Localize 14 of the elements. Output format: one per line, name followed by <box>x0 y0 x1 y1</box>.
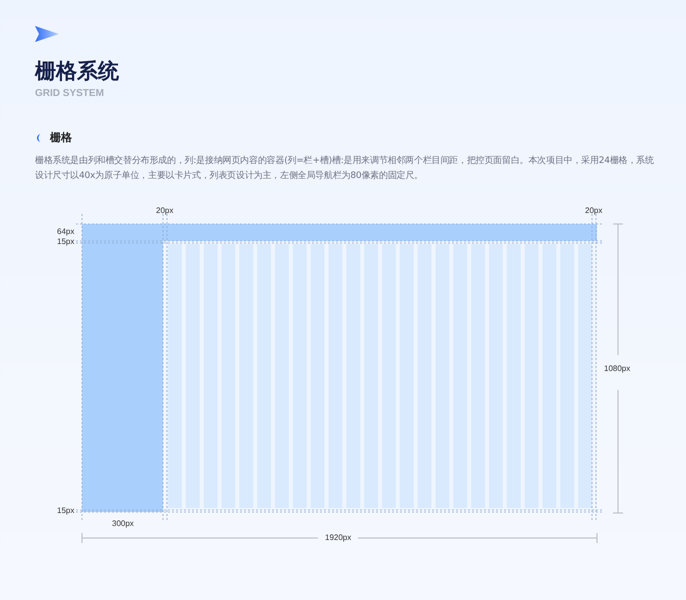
dimension-label: 15px <box>57 506 74 516</box>
dimension-label: 20px <box>585 206 602 216</box>
bullet-icon <box>35 134 41 142</box>
page-title: 栅格系统 <box>35 58 119 84</box>
dimension-label: 20px <box>156 206 174 216</box>
section-heading: 栅格 <box>50 130 72 145</box>
section-description: 栅格系统是由列和槽交替分布形成的，列:是接纳网页内容的容器(列=栏+槽)槽:是用来调节相邻两个栏目间距，把控页面留白。本次项目中，采用24栅格，系统设计尺寸以40x为原子单位，主要以卡片式，列表页设计为主，左侧全局导航栏为80像素的固定尺。 <box>35 154 655 183</box>
dimension-label: 1920px <box>325 533 352 543</box>
dimension-label: 1080px <box>604 364 630 374</box>
page-subtitle: GRID SYSTEM <box>35 88 104 99</box>
dimension-label: 15px <box>57 237 74 247</box>
logo-icon <box>35 25 59 43</box>
dimension-label: 64px <box>57 227 74 237</box>
dimension-label: 300px <box>112 519 134 529</box>
